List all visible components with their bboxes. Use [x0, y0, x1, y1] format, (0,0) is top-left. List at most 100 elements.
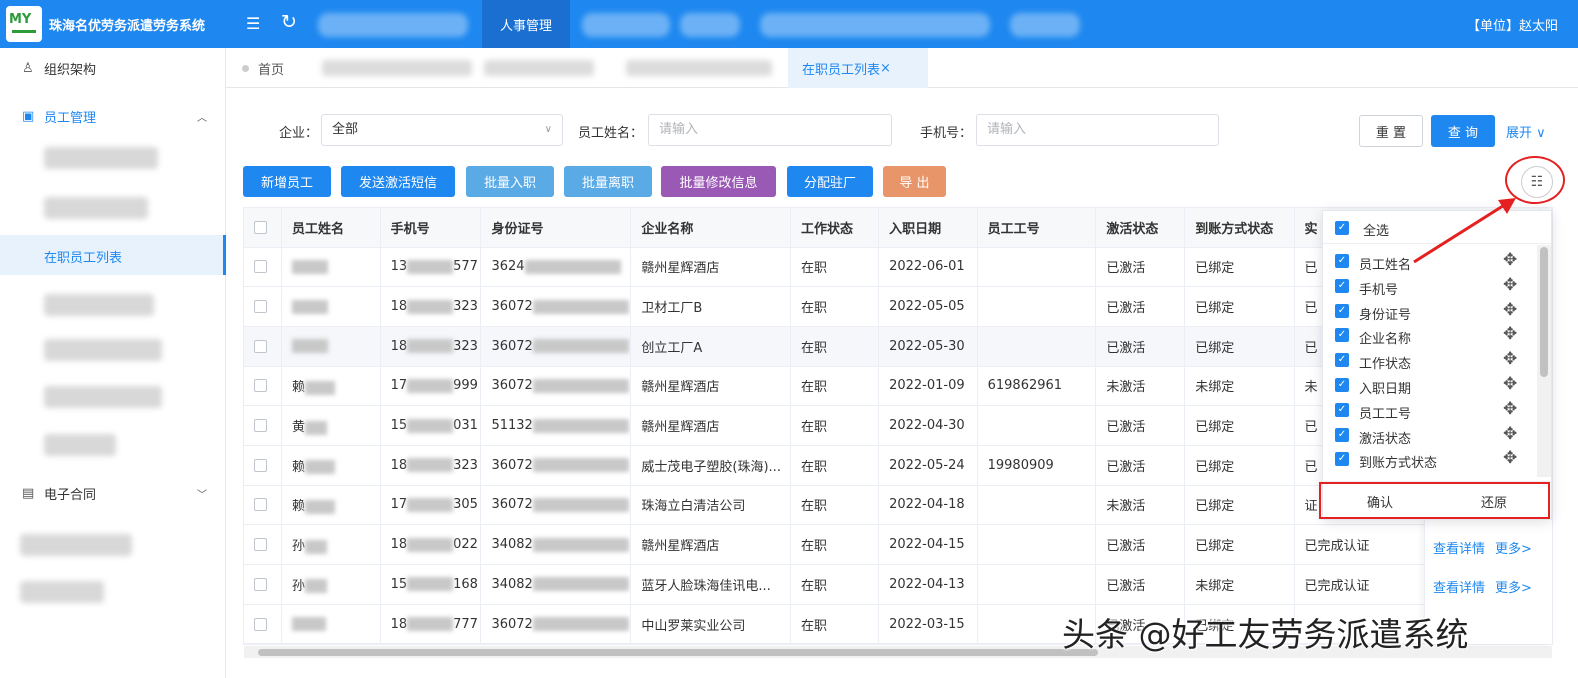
checkbox-icon[interactable]: [254, 419, 267, 433]
checkbox-checked-icon[interactable]: ✓: [1335, 353, 1349, 368]
drag-move-icon[interactable]: ✥: [1503, 349, 1517, 369]
column-option[interactable]: ✓ 企业名称 ✥: [1323, 323, 1538, 348]
row-checkbox-cell[interactable]: [244, 405, 282, 446]
checkbox-checked-icon[interactable]: ✓: [1335, 402, 1349, 417]
select-all-row[interactable]: ✓ 全选: [1323, 211, 1551, 244]
query-button[interactable]: 查 询: [1431, 115, 1495, 147]
drag-move-icon[interactable]: ✥: [1503, 448, 1517, 468]
tab-blurred[interactable]: [626, 60, 772, 76]
checkbox-icon[interactable]: [254, 220, 267, 234]
sidebar-subitem-blurred[interactable]: [44, 197, 148, 219]
popup-scrollbar[interactable]: [1537, 245, 1551, 477]
action-button-7[interactable]: 导 出: [883, 166, 946, 197]
nav-item-blurred[interactable]: [318, 13, 468, 37]
nav-item-blurred[interactable]: [1010, 13, 1080, 37]
action-button-6[interactable]: 分配驻厂: [787, 166, 873, 197]
sidebar-subitem-blurred[interactable]: [20, 534, 132, 556]
action-button-2[interactable]: 发送激活短信: [341, 166, 455, 197]
checkbox-icon[interactable]: [254, 339, 267, 353]
sidebar-subitem-blurred[interactable]: [44, 434, 116, 456]
nav-item-blurred[interactable]: [680, 13, 740, 37]
row-checkbox-cell[interactable]: [244, 564, 282, 605]
nav-item-blurred[interactable]: [582, 13, 670, 37]
drag-move-icon[interactable]: ✥: [1503, 399, 1517, 419]
checkbox-checked-icon[interactable]: ✓: [1335, 278, 1349, 293]
sidebar-item-contract[interactable]: ▤ 电子合同 ﹀: [0, 473, 225, 513]
checkbox-checked-icon[interactable]: ✓: [1335, 378, 1349, 392]
drag-move-icon[interactable]: ✥: [1503, 374, 1517, 394]
column-option[interactable]: ✓ 手机号 ✥: [1323, 274, 1538, 299]
row-checkbox-cell[interactable]: [244, 286, 282, 327]
column-option[interactable]: ✓ 工作状态 ✥: [1323, 348, 1538, 373]
column-option[interactable]: ✓ 到账方式状态 ✥: [1323, 447, 1538, 472]
action-button-3[interactable]: 批量入职: [466, 166, 554, 197]
expand-button[interactable]: 展开 ∨: [1506, 122, 1546, 141]
checkbox-icon[interactable]: [254, 577, 267, 591]
column-option[interactable]: ✓ 员工工号 ✥: [1323, 398, 1538, 423]
action-button-5[interactable]: 批量修改信息: [661, 166, 776, 197]
drag-move-icon[interactable]: ✥: [1503, 300, 1517, 320]
sidebar-item-active[interactable]: 在职员工列表: [0, 235, 226, 275]
drag-move-icon[interactable]: ✥: [1503, 424, 1517, 444]
tab-blurred[interactable]: [484, 60, 594, 76]
row-checkbox-cell[interactable]: [244, 366, 282, 407]
tab-close-icon[interactable]: ×: [880, 61, 891, 76]
phone-input[interactable]: 请输入: [976, 114, 1219, 146]
menu-collapse-icon[interactable]: ☰: [246, 14, 260, 33]
tab-home[interactable]: 首页: [242, 48, 284, 88]
tab-active-employees[interactable]: 在职员工列表 ×: [788, 48, 928, 88]
checkbox-checked-icon[interactable]: ✓: [1335, 254, 1349, 268]
row-checkbox-cell[interactable]: [244, 326, 282, 367]
more-link[interactable]: 更多>: [1495, 538, 1532, 557]
table-row[interactable]: 孙 18 022 34082 赣州星辉酒店 在职 2022-04-15 已激活 已绑定 已完成认证: [244, 524, 1552, 565]
confirm-button[interactable]: 确认: [1367, 492, 1393, 511]
checkbox-icon[interactable]: [254, 260, 267, 274]
action-button-4[interactable]: 批量离职: [564, 166, 652, 197]
row-checkbox-cell[interactable]: [244, 485, 282, 526]
scrollbar-thumb[interactable]: [1540, 247, 1548, 377]
checkbox-checked-icon[interactable]: ✓: [1335, 427, 1349, 442]
sidebar-item-org[interactable]: ♙ 组织架构: [0, 48, 225, 88]
column-option[interactable]: ✓ 激活状态 ✥: [1323, 423, 1538, 448]
column-option[interactable]: ✓ 身份证号 ✥: [1323, 299, 1538, 324]
checkbox-checked-icon[interactable]: ✓: [1335, 221, 1349, 235]
nav-item-hr[interactable]: 人事管理: [482, 0, 570, 48]
drag-move-icon[interactable]: ✥: [1503, 275, 1517, 295]
checkbox-icon[interactable]: [254, 379, 267, 393]
refresh-icon[interactable]: ↻: [281, 11, 297, 33]
action-button-1[interactable]: 新增员工: [243, 166, 331, 197]
sidebar-item-staff[interactable]: ▣ 员工管理 ︿: [0, 96, 225, 136]
checkbox-icon[interactable]: [254, 617, 267, 631]
row-checkbox-cell[interactable]: [244, 604, 282, 644]
checkbox-icon[interactable]: [254, 300, 267, 314]
row-checkbox-cell[interactable]: [244, 445, 282, 486]
row-checkbox-cell[interactable]: [244, 524, 282, 565]
header-checkbox-cell[interactable]: [244, 208, 282, 248]
view-detail-link[interactable]: 查看详情: [1433, 538, 1485, 557]
view-detail-link[interactable]: 查看详情: [1433, 577, 1485, 596]
sidebar-subitem-blurred[interactable]: [44, 147, 158, 169]
checkbox-icon[interactable]: [254, 538, 267, 552]
sidebar-subitem-blurred[interactable]: [44, 386, 162, 408]
checkbox-icon[interactable]: [254, 498, 267, 512]
company-select[interactable]: 全部 ∨: [321, 114, 563, 146]
tab-blurred[interactable]: [322, 60, 472, 76]
user-label[interactable]: 【单位】赵太阳: [1467, 15, 1558, 34]
nav-item-blurred[interactable]: [760, 13, 990, 37]
checkbox-checked-icon[interactable]: ✓: [1335, 303, 1349, 318]
sidebar-subitem-blurred[interactable]: [44, 294, 154, 316]
column-option[interactable]: ✓ 员工姓名 ✥: [1323, 249, 1538, 274]
name-input[interactable]: 请输入: [648, 114, 892, 146]
table-row[interactable]: 孙 15 168 34082 蓝牙人脸珠海佳讯电... 在职 2022-04-13 已激活 未绑…: [244, 564, 1552, 605]
row-checkbox-cell[interactable]: [244, 247, 282, 288]
scrollbar-thumb[interactable]: [258, 649, 1098, 656]
sidebar-subitem-blurred[interactable]: [20, 581, 104, 603]
checkbox-checked-icon[interactable]: ✓: [1335, 328, 1349, 343]
drag-move-icon[interactable]: ✥: [1503, 324, 1517, 344]
reset-button[interactable]: 重 置: [1359, 115, 1423, 147]
column-setting-button[interactable]: ☷: [1521, 166, 1553, 198]
drag-move-icon[interactable]: ✥: [1503, 250, 1517, 270]
restore-button[interactable]: 还原: [1481, 492, 1507, 511]
column-option[interactable]: ✓ 入职日期 ✥: [1323, 373, 1538, 398]
more-link[interactable]: 更多>: [1495, 577, 1532, 596]
